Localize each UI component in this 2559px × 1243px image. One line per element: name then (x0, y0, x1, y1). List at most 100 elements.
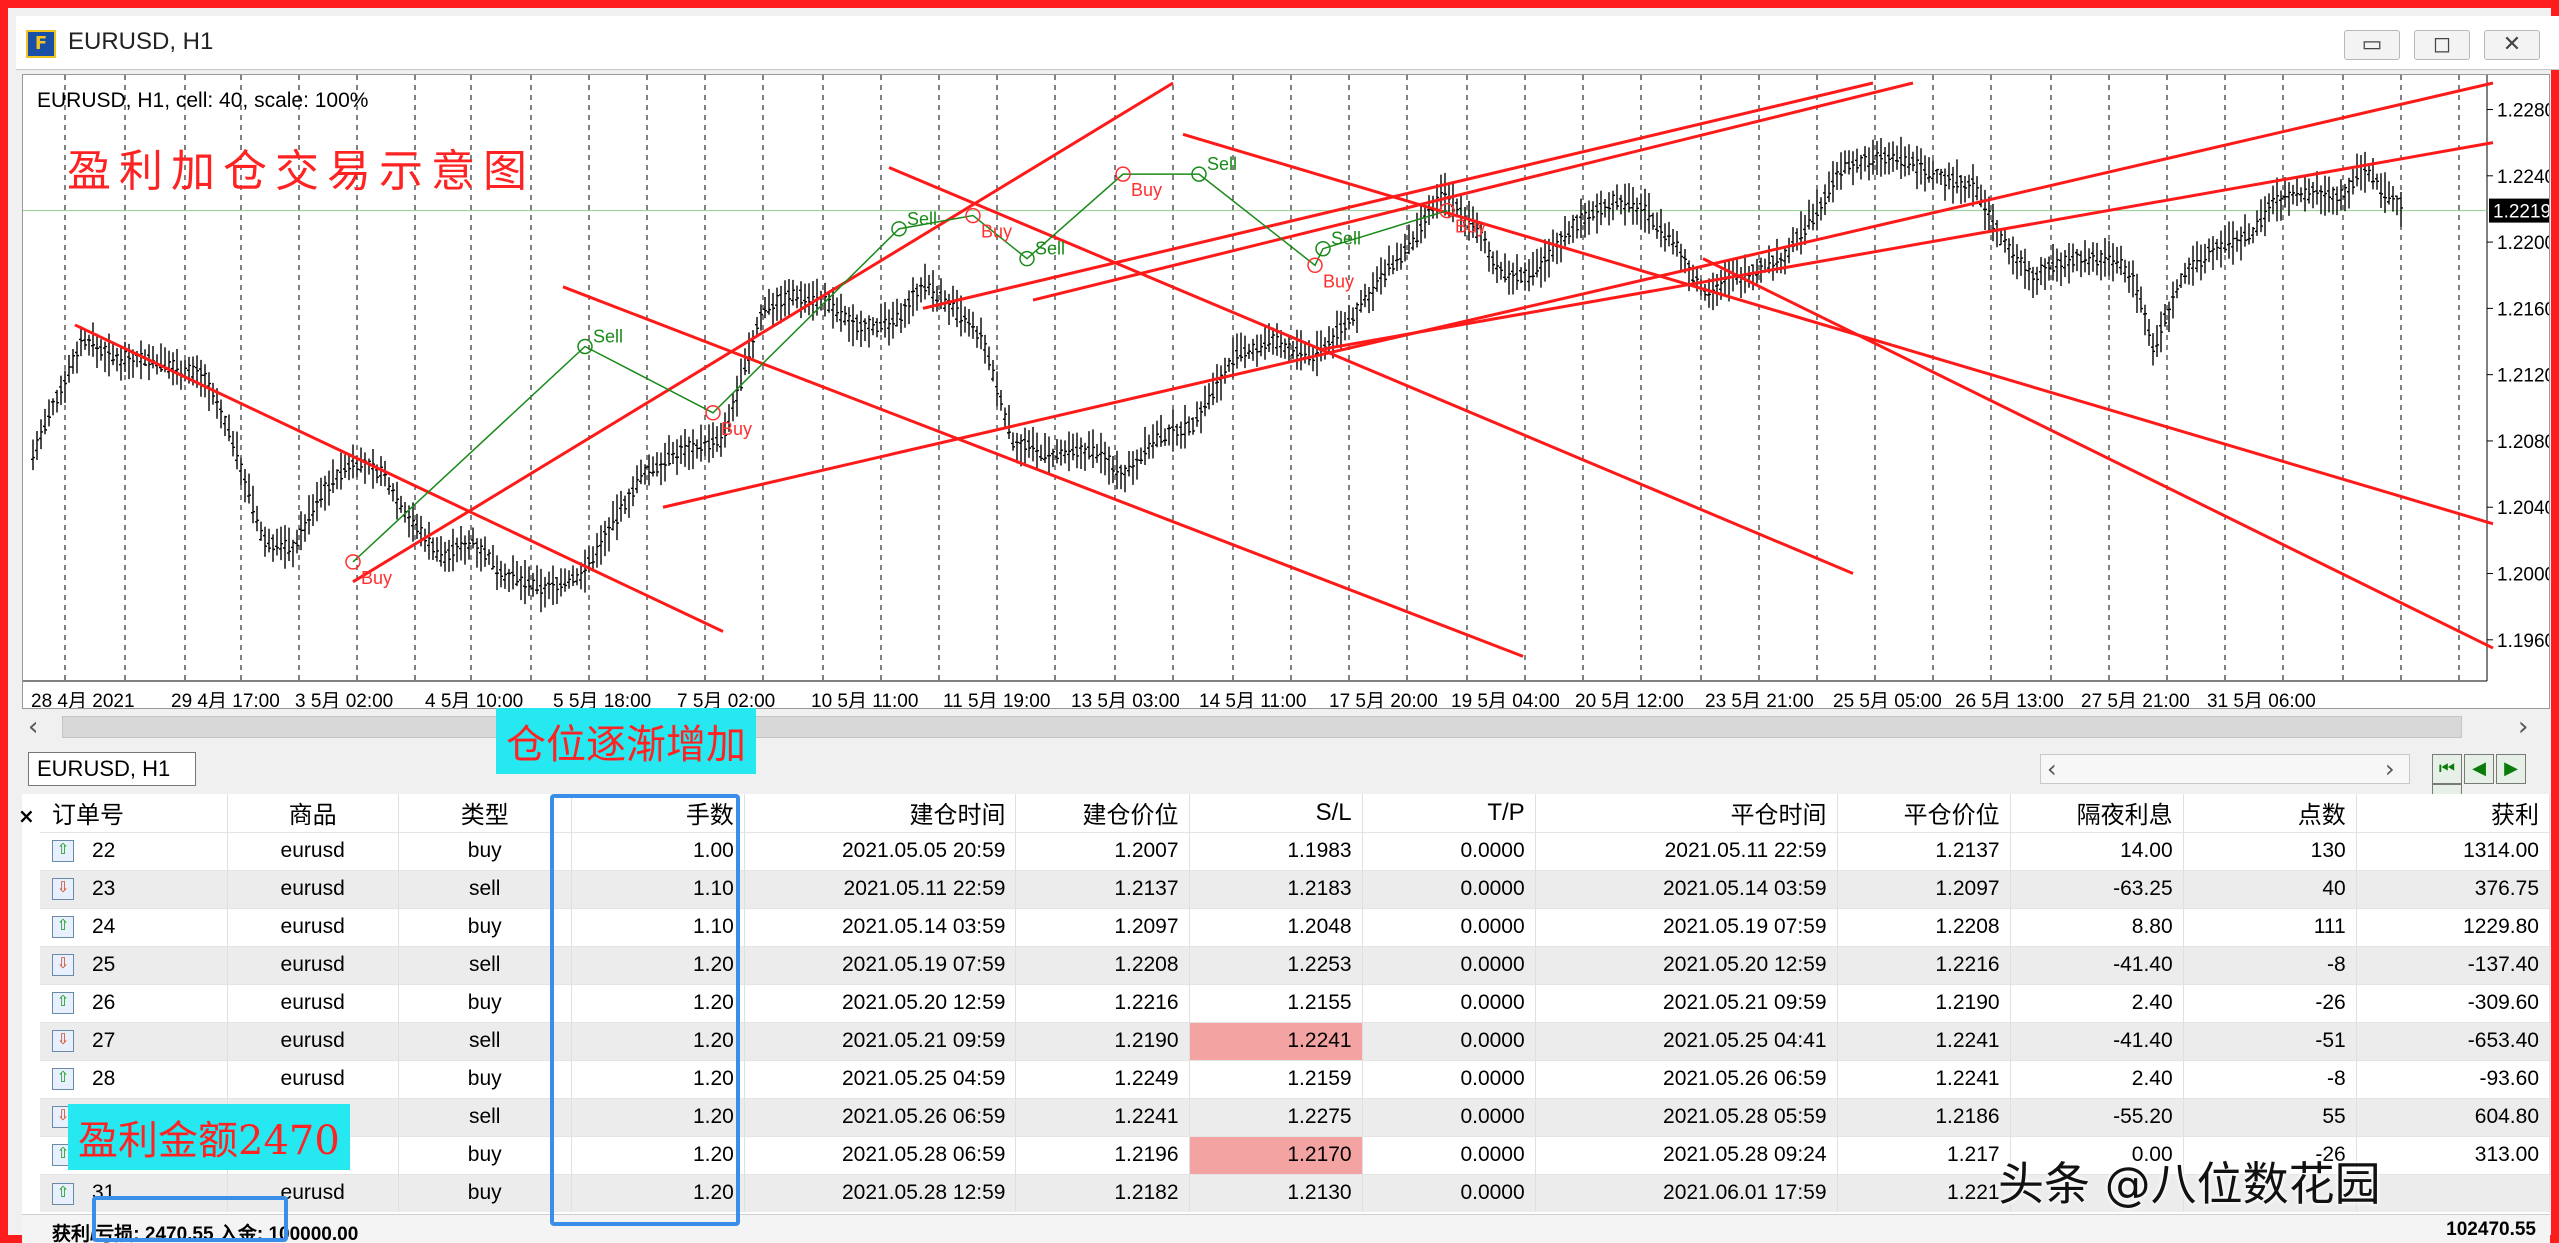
chart-scrollbar[interactable]: ‹ › (22, 710, 2550, 744)
price-bar (2207, 238, 2211, 263)
table-row[interactable]: ⇧ 28 eurusd buy 1.20 2021.05.25 04:59 1.2249 1.… (40, 1059, 2551, 1098)
column-header[interactable]: 点数 (2183, 794, 2357, 832)
price-bar (199, 359, 203, 397)
price-bar (1099, 432, 1103, 474)
cell-id: ⇧ 26 (40, 983, 228, 1022)
table-row[interactable]: ⇩ 23 eurusd sell 1.10 2021.05.11 22:59 1.2137 1… (40, 869, 2551, 908)
price-bar (1907, 144, 1911, 176)
column-header[interactable]: S/L (1189, 794, 1363, 832)
close-icon[interactable]: × (18, 804, 35, 828)
price-bar (2007, 238, 2011, 265)
channel-line (74, 323, 724, 633)
price-bar (1163, 428, 1167, 446)
table-row[interactable]: ⇩ sell 1.20 2021.05.26 06:59 1.2241 1.2275 0.0… (40, 1097, 2551, 1136)
cell-profit: 313.00 (2356, 1135, 2551, 1174)
column-header[interactable]: 隔夜利息 (2010, 794, 2184, 832)
price-bar (1271, 327, 1275, 355)
price-bar (1499, 261, 1503, 280)
price-bar (543, 576, 547, 608)
play-icon[interactable]: ▶ (2496, 754, 2526, 784)
table-row[interactable]: ⇧ 22 eurusd buy 1.00 2021.05.05 20:59 1.2007 1.… (40, 831, 2551, 870)
price-bar (1219, 365, 1223, 401)
table-row[interactable]: ⇩ 27 eurusd sell 1.20 2021.05.21 09:59 1.2190 1… (40, 1021, 2551, 1060)
cell-type: buy (398, 1059, 572, 1098)
table-row[interactable]: ⇩ 25 eurusd sell 1.20 2021.05.19 07:59 1.2208 1… (40, 945, 2551, 984)
column-header[interactable]: 获利 (2356, 794, 2551, 832)
price-bar (2247, 223, 2251, 245)
price-bar (1619, 194, 1623, 215)
price-bar (1043, 432, 1047, 463)
price-bar (1703, 284, 1707, 301)
price-bar (1155, 420, 1159, 448)
price-bar (1515, 254, 1519, 290)
price-bar (1651, 212, 1655, 230)
price-bar (595, 533, 599, 568)
price-bar (555, 576, 559, 604)
price-bar (1083, 442, 1087, 471)
price-bar (371, 448, 375, 489)
price-bar (103, 341, 107, 373)
price-chart[interactable]: 1.2280 1.2240 1.2200 1.2160 1.2120 1.2080 1.20… (22, 74, 2550, 709)
price-bar (1351, 307, 1355, 326)
maximize-button[interactable]: ◻ (2414, 30, 2470, 60)
cell-close-price: 1.217 (1837, 1135, 2011, 1174)
summary-bar: 获利/亏损: 2470.55 入金: 100000.00 102470.55 (22, 1214, 2550, 1243)
chevron-right-icon[interactable]: › (2385, 755, 2395, 783)
chevron-left-icon[interactable]: ‹ (2047, 755, 2057, 783)
price-bar (1507, 260, 1511, 295)
price-bar (1203, 385, 1207, 417)
column-header[interactable]: 商品 (227, 794, 399, 832)
price-bar (559, 568, 563, 597)
table-header: 订单号 商品 类型 手数 建仓时间 建仓价位 S/L T/P 平仓时间 平仓价位 隔夜利息 点数 获利 (40, 794, 2551, 832)
price-bar (1611, 190, 1615, 221)
price-bar (1055, 439, 1059, 464)
price-bar (1395, 242, 1399, 271)
price-bar (1523, 262, 1527, 291)
skip-start-icon[interactable]: ⏮ (2432, 754, 2462, 784)
price-bar (1103, 441, 1107, 476)
minimize-button[interactable]: ▭ (2344, 30, 2400, 60)
price-bar (1075, 432, 1079, 469)
column-header[interactable]: 建仓时间 (744, 794, 1017, 832)
table-row[interactable]: ⇧ 24 eurusd buy 1.10 2021.05.14 03:59 1.2097 1.… (40, 907, 2551, 946)
price-bar (2039, 257, 2043, 286)
sell-order-icon: ⇩ (52, 878, 74, 901)
price-bar (1347, 305, 1351, 329)
scroll-thumb[interactable] (62, 716, 2462, 738)
chart-info: EURUSD, H1, cell: 40, scale: 100% (37, 89, 369, 112)
scroll-right-icon[interactable]: › (2518, 712, 2528, 742)
cell-type: buy (398, 1173, 572, 1212)
price-bar (799, 281, 803, 319)
price-bar (991, 360, 995, 382)
cell-tp: 0.0000 (1362, 945, 1536, 984)
price-bar (75, 341, 79, 374)
column-header[interactable]: 平仓时间 (1535, 794, 1838, 832)
column-header[interactable]: 类型 (398, 794, 572, 832)
price-bar (391, 483, 395, 502)
close-button[interactable]: ✕ (2484, 30, 2540, 60)
price-bar (1243, 335, 1247, 369)
table-row[interactable]: ⇧ 26 eurusd buy 1.20 2021.05.20 12:59 1.2216 1.… (40, 983, 2551, 1022)
column-header[interactable]: T/P (1362, 794, 1536, 832)
order-id: 27 (92, 1029, 116, 1052)
price-bar (79, 326, 83, 357)
cell-swap: 2.40 (2010, 983, 2184, 1022)
price-bar (943, 290, 947, 312)
cell-sl: 1.2275 (1189, 1097, 1363, 1136)
time-label: 29 4月 17:00 (171, 691, 280, 708)
price-bar (575, 568, 579, 586)
scroll-left-icon[interactable]: ‹ (28, 712, 38, 742)
price-bar (603, 520, 607, 557)
price-bar (1359, 289, 1363, 313)
price-bar (1287, 335, 1291, 364)
price-bar (619, 490, 623, 522)
column-header[interactable]: 订单号 (40, 794, 228, 832)
column-header[interactable]: 建仓价位 (1015, 794, 1190, 832)
step-back-icon[interactable]: ◀ (2464, 754, 2494, 784)
column-header[interactable]: 平仓价位 (1837, 794, 2011, 832)
tab-scrollbar[interactable]: ‹ › (2040, 754, 2410, 784)
tab-eurusd[interactable]: EURUSD, H1 (28, 752, 196, 786)
price-bar (2203, 243, 2207, 274)
cell-swap: -41.40 (2010, 1021, 2184, 1060)
cell-close-time: 2021.05.14 03:59 (1535, 869, 1838, 908)
